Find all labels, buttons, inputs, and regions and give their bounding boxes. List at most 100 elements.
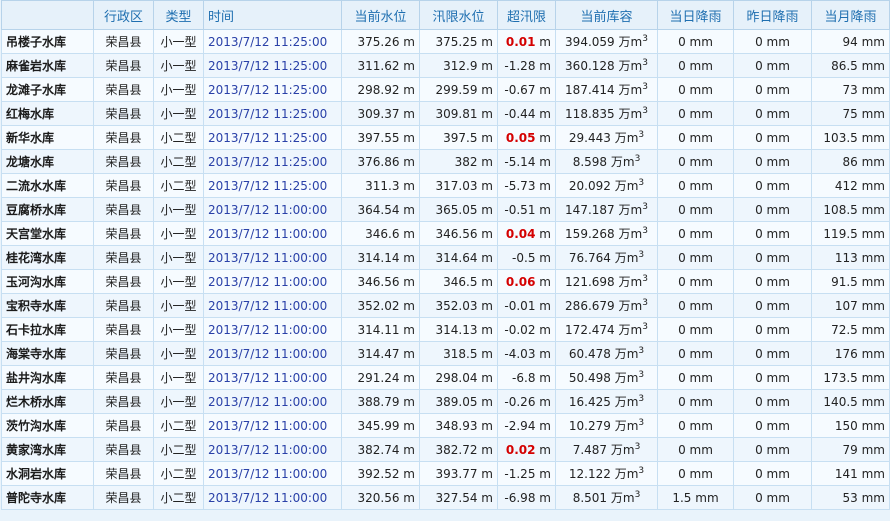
rain-today-value: 0 (678, 154, 686, 169)
flood-limit-value: 382.72 (435, 442, 478, 457)
rain-today-cell: 0 mm (657, 77, 734, 102)
rain-today-value: 0 (678, 466, 686, 481)
capacity-cell: 10.279 万m3 (555, 413, 658, 438)
table-row[interactable]: 红梅水库 荣昌县 小一型 2013/7/12 11:25:00 309.37 m 309.… (1, 101, 890, 126)
col-header-time[interactable]: 时间 (203, 0, 342, 30)
unit-label: m (481, 250, 493, 265)
flood-limit-cell: 317.03 m (419, 173, 498, 198)
rain-yesterday-cell: 0 mm (733, 341, 812, 366)
reservoir-name[interactable]: 盐井沟水库 (1, 365, 94, 390)
water-level-value: 291.24 (357, 370, 400, 385)
col-header-level[interactable]: 当前水位 (341, 0, 420, 30)
reservoir-name[interactable]: 麻雀岩水库 (1, 53, 94, 78)
rain-today-cell: 0 mm (657, 221, 734, 246)
col-header-rain-yesterday[interactable]: 昨日降雨 (733, 0, 812, 30)
capacity-value: 29.443 (568, 131, 611, 145)
reservoir-name[interactable]: 水洞岩水库 (1, 461, 94, 486)
over-limit-cell: -2.94 m (497, 413, 556, 438)
reservoir-name[interactable]: 烂木桥水库 (1, 389, 94, 414)
reservoir-name[interactable]: 龙塘水库 (1, 149, 94, 174)
reservoir-name[interactable]: 茨竹沟水库 (1, 413, 94, 438)
unit-label: m (539, 106, 551, 121)
table-row[interactable]: 桂花湾水库 荣昌县 小一型 2013/7/12 11:00:00 314.14 m 314… (1, 245, 890, 270)
reservoir-name[interactable]: 红梅水库 (1, 101, 94, 126)
unit-label: m (403, 226, 415, 241)
table-row[interactable]: 豆腐桥水库 荣昌县 小一型 2013/7/12 11:00:00 364.54 m 365… (1, 197, 890, 222)
reservoir-name[interactable]: 玉河沟水库 (1, 269, 94, 294)
reservoir-name[interactable]: 天宫堂水库 (1, 221, 94, 246)
col-header-type[interactable]: 类型 (153, 0, 204, 30)
flood-limit-cell: 348.93 m (419, 413, 498, 438)
flood-limit-value: 299.59 (435, 82, 478, 97)
reservoir-name[interactable]: 吊楼子水库 (1, 29, 94, 54)
unit-label: mm (766, 442, 790, 457)
reservoir-name[interactable]: 龙滩子水库 (1, 77, 94, 102)
table-row[interactable]: 天宫堂水库 荣昌县 小一型 2013/7/12 11:00:00 346.6 m 346.… (1, 221, 890, 246)
col-header-rain-month[interactable]: 当月降雨 (811, 0, 890, 30)
reservoir-name[interactable]: 豆腐桥水库 (1, 197, 94, 222)
capacity-unit-sup: 3 (642, 274, 648, 284)
region-cell: 荣昌县 (93, 53, 154, 78)
reservoir-name[interactable]: 新华水库 (1, 125, 94, 150)
time-cell: 2013/7/12 11:00:00 (203, 245, 342, 270)
reservoir-name[interactable]: 二流水水库 (1, 173, 94, 198)
over-limit-cell: 0.05 m (497, 125, 556, 150)
col-header-rain-today[interactable]: 当日降雨 (657, 0, 734, 30)
type-cell: 小一型 (153, 245, 204, 270)
rain-month-cell: 73 mm (811, 77, 890, 102)
reservoir-name[interactable]: 黄家湾水库 (1, 437, 94, 462)
table-row[interactable]: 盐井沟水库 荣昌县 小一型 2013/7/12 11:00:00 291.24 m 298… (1, 365, 890, 390)
unit-label: m (481, 130, 493, 145)
capacity-unit-sup: 3 (642, 82, 648, 92)
table-row[interactable]: 吊楼子水库 荣昌县 小一型 2013/7/12 11:25:00 375.26 m 375… (1, 29, 890, 54)
col-header-flood-limit[interactable]: 汛限水位 (419, 0, 498, 30)
table-row[interactable]: 烂木桥水库 荣昌县 小一型 2013/7/12 11:00:00 388.79 m 389… (1, 389, 890, 414)
col-header-capacity[interactable]: 当前库容 (555, 0, 658, 30)
type-cell: 小一型 (153, 29, 204, 54)
unit-label: mm (689, 82, 713, 97)
reservoir-name[interactable]: 普陀寺水库 (1, 485, 94, 510)
unit-label: m (539, 418, 551, 433)
table-row[interactable]: 海棠寺水库 荣昌县 小一型 2013/7/12 11:00:00 314.47 m 318… (1, 341, 890, 366)
table-row[interactable]: 黄家湾水库 荣昌县 小二型 2013/7/12 11:00:00 382.74 m 382… (1, 437, 890, 462)
rain-month-value: 79 (842, 442, 858, 457)
rain-month-cell: 119.5 mm (811, 221, 890, 246)
unit-label: m (539, 394, 551, 409)
unit-label: m (403, 346, 415, 361)
col-header-name (1, 0, 94, 30)
flood-limit-cell: 375.25 m (419, 29, 498, 54)
table-row[interactable]: 玉河沟水库 荣昌县 小一型 2013/7/12 11:00:00 346.56 m 346… (1, 269, 890, 294)
col-header-over-limit[interactable]: 超汛限 (497, 0, 556, 30)
unit-label: mm (861, 106, 885, 121)
rain-month-value: 113 (834, 250, 858, 265)
table-row[interactable]: 水洞岩水库 荣昌县 小二型 2013/7/12 11:00:00 392.52 m 393… (1, 461, 890, 486)
table-row[interactable]: 龙塘水库 荣昌县 小二型 2013/7/12 11:25:00 376.86 m 382 … (1, 149, 890, 174)
reservoir-name[interactable]: 桂花湾水库 (1, 245, 94, 270)
unit-label: m (481, 466, 493, 481)
rain-yesterday-cell: 0 mm (733, 221, 812, 246)
col-header-region[interactable]: 行政区 (93, 0, 154, 30)
table-row[interactable]: 龙滩子水库 荣昌县 小一型 2013/7/12 11:25:00 298.92 m 299… (1, 77, 890, 102)
reservoir-name[interactable]: 石卡拉水库 (1, 317, 94, 342)
rain-yesterday-value: 0 (755, 202, 763, 217)
type-cell: 小二型 (153, 485, 204, 510)
rain-today-cell: 0 mm (657, 461, 734, 486)
reservoir-name[interactable]: 宝积寺水库 (1, 293, 94, 318)
table-row[interactable]: 二流水水库 荣昌县 小二型 2013/7/12 11:25:00 311.3 m 317.… (1, 173, 890, 198)
reservoir-name[interactable]: 海棠寺水库 (1, 341, 94, 366)
unit-label: m (539, 226, 551, 241)
capacity-value: 60.478 (568, 347, 611, 361)
table-row[interactable]: 普陀寺水库 荣昌县 小二型 2013/7/12 11:00:00 320.56 m 327… (1, 485, 890, 510)
time-cell: 2013/7/12 11:00:00 (203, 413, 342, 438)
table-row[interactable]: 石卡拉水库 荣昌县 小一型 2013/7/12 11:00:00 314.11 m 314… (1, 317, 890, 342)
water-level-cell: 346.6 m (341, 221, 420, 246)
region-cell: 荣昌县 (93, 29, 154, 54)
capacity-cell: 121.698 万m3 (555, 269, 658, 294)
table-row[interactable]: 茨竹沟水库 荣昌县 小二型 2013/7/12 11:00:00 345.99 m 348… (1, 413, 890, 438)
table-row[interactable]: 麻雀岩水库 荣昌县 小一型 2013/7/12 11:25:00 311.62 m 312… (1, 53, 890, 78)
table-row[interactable]: 新华水库 荣昌县 小二型 2013/7/12 11:25:00 397.55 m 397.… (1, 125, 890, 150)
type-cell: 小二型 (153, 437, 204, 462)
unit-label: m (539, 490, 551, 505)
table-row[interactable]: 宝积寺水库 荣昌县 小一型 2013/7/12 11:00:00 352.02 m 352… (1, 293, 890, 318)
over-limit-value: 0.02 (505, 442, 536, 457)
